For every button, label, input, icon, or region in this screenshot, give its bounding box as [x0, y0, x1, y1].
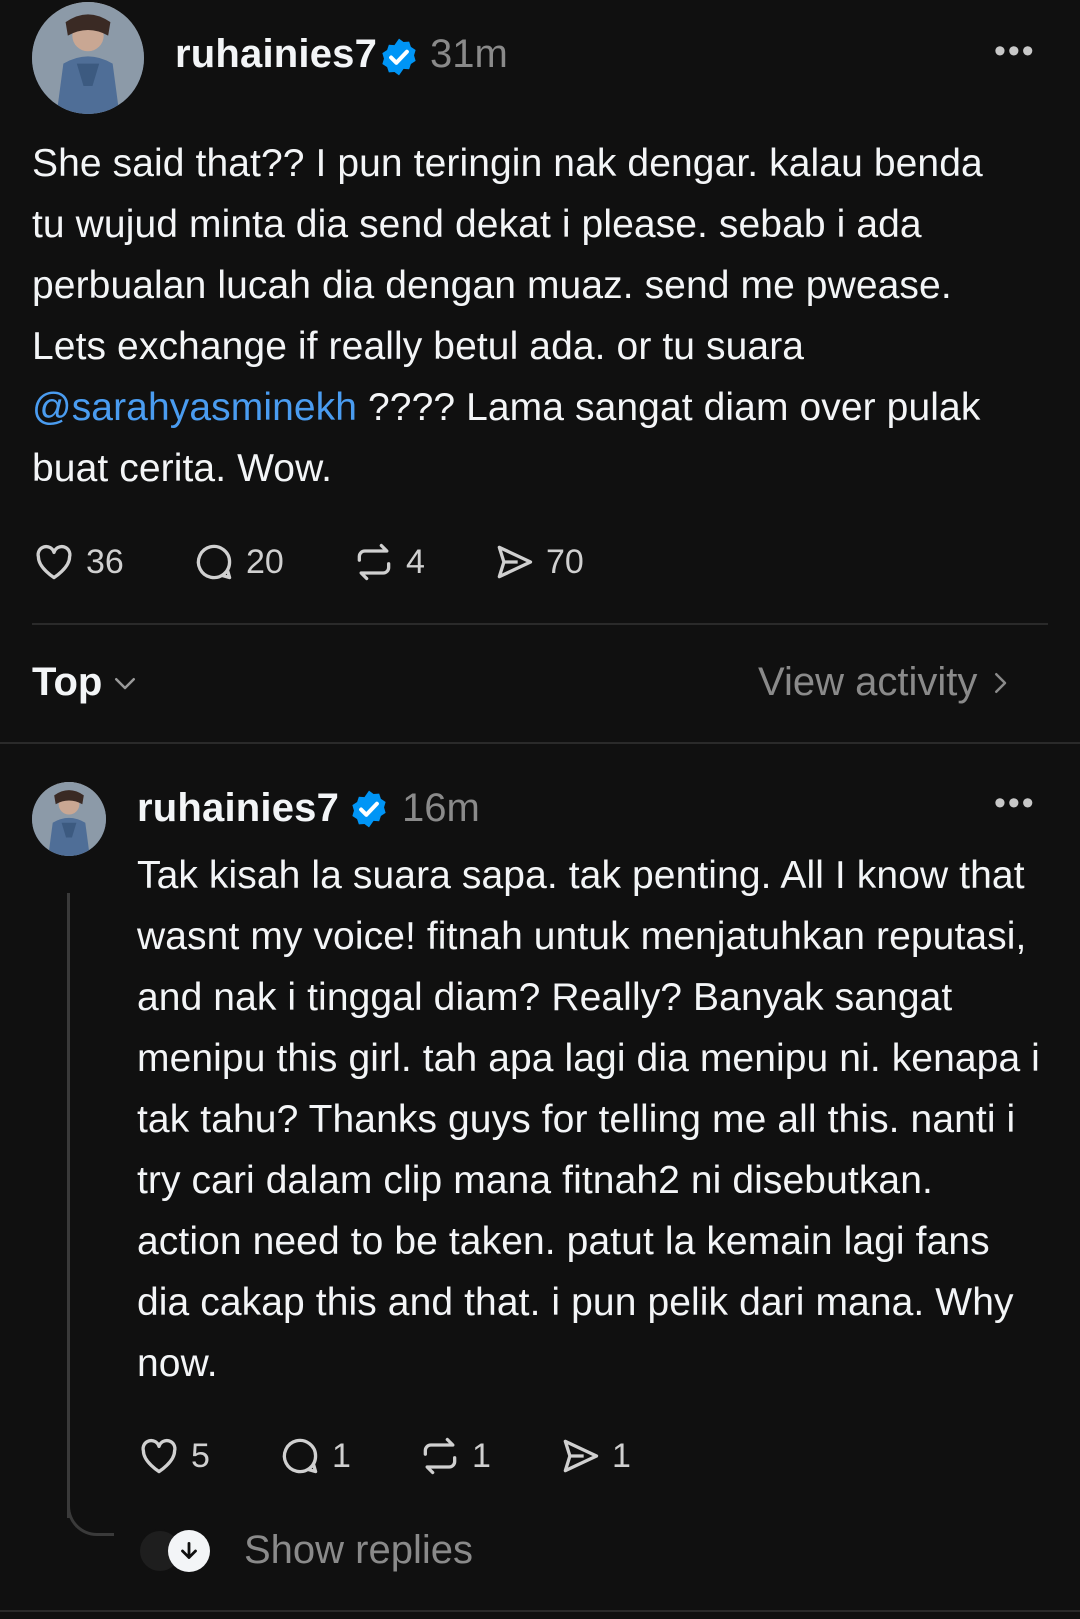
- share-button[interactable]: 1: [558, 1434, 631, 1478]
- post-username[interactable]: ruhainies7: [175, 32, 377, 77]
- comment-button[interactable]: 1: [278, 1434, 351, 1478]
- repost-count: 4: [406, 542, 425, 581]
- share-count: 1: [612, 1436, 631, 1475]
- reply-timestamp: 16m: [402, 786, 480, 830]
- show-replies-label: Show replies: [244, 1528, 474, 1572]
- reply-text: Tak kisah la suara sapa. tak penting. Al…: [137, 854, 1040, 1385]
- heart-icon: [141, 1438, 177, 1474]
- like-count: 36: [86, 542, 124, 581]
- thread-line-curve: [67, 1495, 114, 1536]
- view-activity-link[interactable]: View activity: [758, 660, 1015, 705]
- post-text-start: She said that?? I pun teringin nak denga…: [32, 142, 983, 368]
- view-activity-label: View activity: [758, 660, 978, 704]
- more-icon[interactable]: •••: [994, 786, 1036, 820]
- sort-dropdown[interactable]: Top: [32, 660, 140, 705]
- post-avatar[interactable]: [32, 2, 144, 114]
- share-icon: [497, 545, 533, 579]
- chevron-down-icon: [115, 677, 136, 689]
- share-count: 70: [546, 542, 584, 581]
- comment-icon: [282, 1438, 318, 1474]
- repost-icon: [423, 1437, 457, 1475]
- repost-count: 1: [472, 1436, 491, 1475]
- heart-icon: [36, 544, 72, 580]
- more-icon[interactable]: •••: [994, 34, 1036, 68]
- share-icon: [563, 1439, 599, 1473]
- thread-line: [67, 893, 70, 1518]
- repost-button[interactable]: 1: [418, 1434, 491, 1478]
- comment-count: 1: [332, 1436, 351, 1475]
- post-timestamp: 31m: [430, 32, 508, 76]
- repost-button[interactable]: 4: [352, 540, 425, 584]
- reply-avatar[interactable]: [32, 782, 106, 856]
- mention-link[interactable]: @sarahyasminekh: [32, 386, 357, 429]
- post-text: She said that?? I pun teringin nak denga…: [32, 133, 992, 499]
- like-count: 5: [191, 1436, 210, 1475]
- repost-icon: [357, 543, 391, 581]
- comment-count: 20: [246, 542, 284, 581]
- comment-icon: [196, 544, 232, 580]
- chevron-right-icon: [995, 672, 1007, 693]
- comment-button[interactable]: 20: [192, 540, 284, 584]
- share-button[interactable]: 70: [492, 540, 584, 584]
- verified-badge-icon: [378, 36, 420, 78]
- sort-label: Top: [32, 660, 103, 704]
- like-button[interactable]: 5: [137, 1434, 210, 1478]
- bottom-divider: [0, 1610, 1080, 1612]
- verified-badge-icon: [348, 788, 390, 830]
- arrow-down-icon: [168, 1529, 210, 1572]
- reply-username[interactable]: ruhainies7: [137, 786, 339, 831]
- post-divider: [32, 623, 1048, 625]
- like-button[interactable]: 36: [32, 540, 124, 584]
- section-divider: [0, 742, 1080, 744]
- show-replies-button[interactable]: Show replies: [138, 1528, 473, 1573]
